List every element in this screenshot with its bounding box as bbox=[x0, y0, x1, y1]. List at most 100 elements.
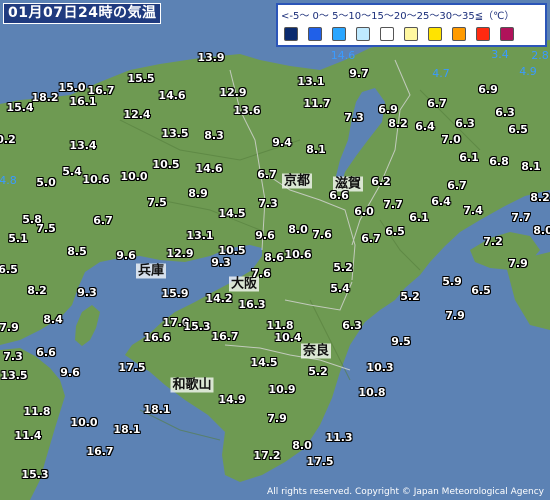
temp-reading: 8.0 bbox=[533, 224, 550, 237]
temp-reading: 14.5 bbox=[218, 207, 246, 220]
temp-reading: 9.6 bbox=[255, 229, 275, 242]
sea-temp-reading: 3.4 bbox=[491, 48, 509, 61]
temp-reading: 9.3 bbox=[77, 286, 97, 299]
temp-reading: 6.5 bbox=[471, 284, 491, 297]
temp-reading: 17.5 bbox=[306, 455, 334, 468]
temp-reading: 6.3 bbox=[342, 319, 362, 332]
city-label-hyogo: 兵庫 bbox=[135, 263, 167, 279]
temp-reading: 10.9 bbox=[268, 383, 296, 396]
temp-reading: 5.4 bbox=[330, 282, 350, 295]
sea-temp-reading: 4.9 bbox=[519, 65, 537, 78]
temp-reading: 6.4 bbox=[415, 120, 435, 133]
temp-reading: 5.2 bbox=[333, 261, 353, 274]
temp-reading: 8.5 bbox=[67, 245, 87, 258]
temp-reading: 14.6 bbox=[158, 89, 186, 102]
temp-reading: 9.4 bbox=[272, 136, 292, 149]
temp-reading: 8.0 bbox=[288, 223, 308, 236]
temp-reading: 6.8 bbox=[489, 155, 509, 168]
map-title: 01月07日24時の気温 bbox=[3, 3, 162, 24]
temp-reading: 7.6 bbox=[312, 228, 332, 241]
temp-reading: 5.9 bbox=[442, 275, 462, 288]
legend-swatch-30-to-35 bbox=[476, 27, 490, 41]
sea-temp-reading: 2.8 bbox=[531, 49, 549, 62]
temp-reading: 15.3 bbox=[21, 468, 49, 481]
temp-reading: 8.4 bbox=[43, 313, 63, 326]
temp-reading: 13.1 bbox=[297, 75, 325, 88]
temp-reading: 15.5 bbox=[127, 72, 155, 85]
temp-reading: 8.1 bbox=[306, 143, 326, 156]
temp-reading: 7.9 bbox=[445, 309, 465, 322]
temp-reading: 14.2 bbox=[205, 292, 233, 305]
legend-swatch-5-to-10 bbox=[356, 27, 370, 41]
temp-reading: 6.4 bbox=[431, 195, 451, 208]
temp-reading: 11.7 bbox=[303, 97, 331, 110]
city-label-wakayama: 和歌山 bbox=[170, 377, 214, 393]
temp-reading: 7.3 bbox=[258, 197, 278, 210]
temp-reading: 6.6 bbox=[329, 189, 349, 202]
legend-swatch-10-to-15 bbox=[380, 27, 394, 41]
temp-reading: 6.1 bbox=[459, 151, 479, 164]
temp-reading: 18.2 bbox=[31, 91, 59, 104]
temp-reading: 7.2 bbox=[483, 235, 503, 248]
temp-reading: 10.0 bbox=[120, 170, 148, 183]
temp-reading: 16.1 bbox=[69, 95, 97, 108]
temp-reading: 6.7 bbox=[447, 179, 467, 192]
sea-temp-reading: 4.8 bbox=[0, 174, 17, 187]
temp-reading: 13.5 bbox=[0, 369, 28, 382]
temp-reading: 9.6 bbox=[116, 249, 136, 262]
temp-reading: 8.2 bbox=[27, 284, 47, 297]
temp-reading: 6.2 bbox=[371, 175, 391, 188]
temp-reading: 8.9 bbox=[188, 187, 208, 200]
temp-reading: 13.9 bbox=[197, 51, 225, 64]
legend-swatch-below-minus5 bbox=[284, 27, 298, 41]
temp-reading: 15.3 bbox=[183, 320, 211, 333]
copyright-notice: All rights reserved. Copyright © Japan M… bbox=[267, 487, 544, 497]
legend-swatch-25-to-30 bbox=[452, 27, 466, 41]
temp-reading: 8.1 bbox=[521, 160, 541, 173]
temp-reading: 18.1 bbox=[113, 423, 141, 436]
temp-reading: 12.4 bbox=[123, 108, 151, 121]
temp-reading: 6.7 bbox=[93, 214, 113, 227]
temp-reading: 9.7 bbox=[349, 67, 369, 80]
legend-scale-label: <-5～ 0～ 5～10～15～20～25～30～35≦（℃） bbox=[281, 11, 515, 22]
temp-reading: 8.3 bbox=[204, 129, 224, 142]
temp-reading: 10.0 bbox=[70, 416, 98, 429]
temp-reading: 10.6 bbox=[284, 248, 312, 261]
temp-reading: 13.1 bbox=[186, 229, 214, 242]
city-label-kyoto: 京都 bbox=[281, 173, 313, 189]
temp-reading: 13.4 bbox=[69, 139, 97, 152]
temp-reading: 7.9 bbox=[267, 412, 287, 425]
temp-reading: 6.7 bbox=[361, 232, 381, 245]
temp-reading: 12.9 bbox=[166, 247, 194, 260]
temp-reading: 8.2 bbox=[388, 117, 408, 130]
temp-reading: 8.6 bbox=[264, 251, 284, 264]
temp-reading: 12.9 bbox=[219, 86, 247, 99]
temp-reading: 5.4 bbox=[62, 165, 82, 178]
temp-reading: 7.9 bbox=[0, 321, 19, 334]
legend-swatch-15-to-20 bbox=[404, 27, 418, 41]
temp-reading: 7.6 bbox=[251, 267, 271, 280]
temp-reading: 14.6 bbox=[195, 162, 223, 175]
temp-reading: 16.7 bbox=[211, 330, 239, 343]
temp-reading: 14.9 bbox=[218, 393, 246, 406]
temp-reading: 9.5 bbox=[391, 335, 411, 348]
temp-reading: 8.2 bbox=[530, 191, 550, 204]
temp-reading: 7.5 bbox=[147, 196, 167, 209]
temp-reading: 6.9 bbox=[478, 83, 498, 96]
temp-reading: 7.5 bbox=[36, 222, 56, 235]
temp-reading: 5.2 bbox=[400, 290, 420, 303]
temp-reading: 14.5 bbox=[250, 356, 278, 369]
legend-swatch-20-to-25 bbox=[428, 27, 442, 41]
temperature-legend: <-5～ 0～ 5～10～15～20～25～30～35≦（℃） bbox=[276, 3, 547, 47]
temp-reading: 6.0 bbox=[354, 205, 374, 218]
temp-reading: 7.9 bbox=[508, 257, 528, 270]
temp-reading: 6.7 bbox=[427, 97, 447, 110]
temp-reading: 7.3 bbox=[3, 350, 23, 363]
temp-reading: 17.5 bbox=[118, 361, 146, 374]
temp-reading: 6.1 bbox=[409, 211, 429, 224]
temp-reading: 7.3 bbox=[344, 111, 364, 124]
temp-reading: 11.4 bbox=[14, 429, 42, 442]
temp-reading: 6.3 bbox=[495, 106, 515, 119]
temp-reading: 7.7 bbox=[511, 211, 531, 224]
temp-reading: 10.5 bbox=[152, 158, 180, 171]
